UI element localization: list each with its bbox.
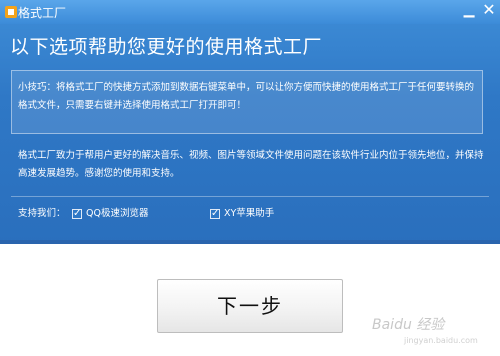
next-button[interactable]: 下一步 [157, 279, 343, 333]
tip-text: 小技巧：将格式工厂的快捷方式添加到数据右键菜单中，可以让你方便而快捷的使用格式工… [18, 82, 475, 111]
close-button[interactable]: ✕ [480, 2, 498, 20]
format-factory-icon [5, 6, 17, 18]
tip-box: 小技巧：将格式工厂的快捷方式添加到数据右键菜单中，可以让你方便而快捷的使用格式工… [11, 70, 483, 134]
divider [11, 196, 489, 197]
option-label: QQ极速浏览器 [86, 208, 149, 219]
support-label: 支持我们： [18, 208, 66, 219]
dialog-bottom-edge [0, 240, 500, 244]
window-title: 格式工厂 [18, 6, 67, 20]
installer-dialog: 格式工厂 ▁ ✕ 以下选项帮助您更好的使用格式工厂 小技巧：将格式工厂的快捷方式… [0, 0, 500, 244]
watermark-logo: Baidu 经验 [372, 317, 445, 333]
description-text: 格式工厂致力于帮用户更好的解决音乐、视频、图片等领域文件使用问题在该软件行业内位… [18, 150, 484, 179]
minimize-button[interactable]: ▁ [460, 2, 478, 20]
watermark-url: jingyan.baidu.com [404, 336, 478, 345]
checkbox-checked-icon[interactable] [210, 206, 220, 222]
page-heading: 以下选项帮助您更好的使用格式工厂 [10, 36, 323, 58]
option-label: XY苹果助手 [224, 208, 275, 219]
title-bar: 格式工厂 ▁ ✕ [0, 0, 500, 24]
checkbox-checked-icon[interactable] [72, 206, 82, 222]
